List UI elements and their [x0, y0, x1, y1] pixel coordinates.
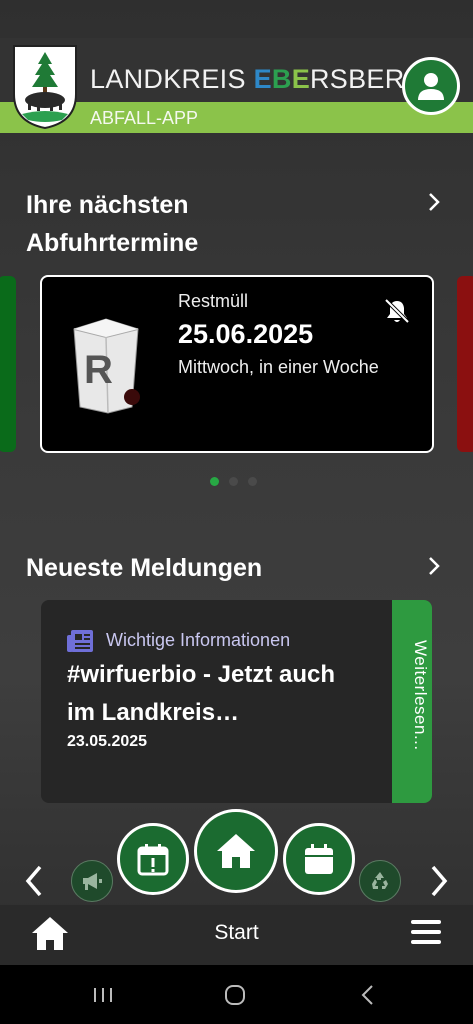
news-category: Wichtige Informationen	[106, 630, 291, 650]
coat-of-arms-icon	[12, 44, 78, 130]
pagination-dot[interactable]	[210, 477, 219, 486]
chevron-left-icon[interactable]	[22, 864, 46, 898]
news-date: 23.05.2025	[67, 733, 148, 750]
carousel-pagination	[210, 477, 257, 486]
pagination-dot[interactable]	[229, 477, 238, 486]
brand-letter-e: E	[253, 64, 272, 94]
waste-bin-icon: R	[73, 318, 140, 414]
calendar-button[interactable]	[283, 823, 355, 895]
bottom-navigation-bar: Start	[0, 905, 473, 965]
user-icon	[418, 73, 444, 100]
home-icon	[217, 834, 255, 868]
waste-type-label: Restmüll	[178, 291, 249, 311]
recycling-button[interactable]	[359, 860, 401, 902]
profile-button[interactable]	[402, 57, 460, 115]
calendar-icon	[305, 844, 333, 874]
back-icon[interactable]	[356, 983, 380, 1007]
schedule-alert-button[interactable]	[117, 823, 189, 895]
bin-letter: R	[84, 348, 113, 392]
megaphone-icon	[83, 873, 102, 890]
recycle-icon	[372, 872, 388, 889]
announcements-button[interactable]	[71, 860, 113, 902]
current-page-label: Start	[214, 921, 259, 944]
bell-off-icon[interactable]	[383, 297, 411, 325]
pickups-title-line2: Abfuhrtermine	[26, 229, 199, 257]
pagination-dot[interactable]	[248, 477, 257, 486]
app-subtitle: ABFALL-APP	[90, 108, 199, 128]
pickup-date: 25.06.2025	[178, 319, 314, 349]
app-header: LANDKREIS EBERSBERG ABFALL-APP	[0, 38, 473, 138]
newspaper-icon	[67, 630, 93, 652]
system-home-icon[interactable]	[223, 983, 247, 1007]
brand-title: LANDKREIS EBERSBERG	[90, 64, 426, 95]
brand-letter-e2: E	[291, 64, 310, 94]
read-more-button[interactable]: Weiterlesen...	[392, 600, 432, 803]
brand-letter-b: B	[271, 64, 292, 94]
pickup-card[interactable]: R Restmüll 25.06.2025 Mittwoch, in einer…	[40, 275, 434, 453]
chevron-right-icon[interactable]	[424, 192, 444, 212]
pickups-title-line1: Ihre nächsten	[26, 191, 189, 219]
calendar-alert-icon	[137, 844, 169, 876]
home-button[interactable]	[194, 809, 278, 893]
news-headline: #wirfuerbio - Jetzt auch im Landkreis…	[67, 661, 336, 726]
brand-prefix: LANDKREIS	[90, 64, 254, 94]
pickups-section-title: Ihre nächsten Abfuhrtermine	[26, 186, 198, 262]
chevron-right-icon[interactable]	[424, 556, 444, 576]
news-section-title: Neueste Meldungen	[26, 554, 263, 582]
recent-apps-icon[interactable]	[91, 983, 115, 1007]
news-card[interactable]: Wichtige Informationen #wirfuerbio - Jet…	[41, 600, 432, 803]
carousel-prev-card[interactable]	[0, 276, 16, 452]
carousel-next-card[interactable]	[457, 276, 473, 452]
pickup-relative-date: Mittwoch, in einer Woche	[178, 357, 379, 377]
menu-icon[interactable]	[410, 917, 442, 947]
read-more-label: Weiterlesen...	[411, 640, 430, 751]
system-navigation-bar	[0, 965, 473, 1024]
chevron-right-icon[interactable]	[427, 864, 451, 898]
